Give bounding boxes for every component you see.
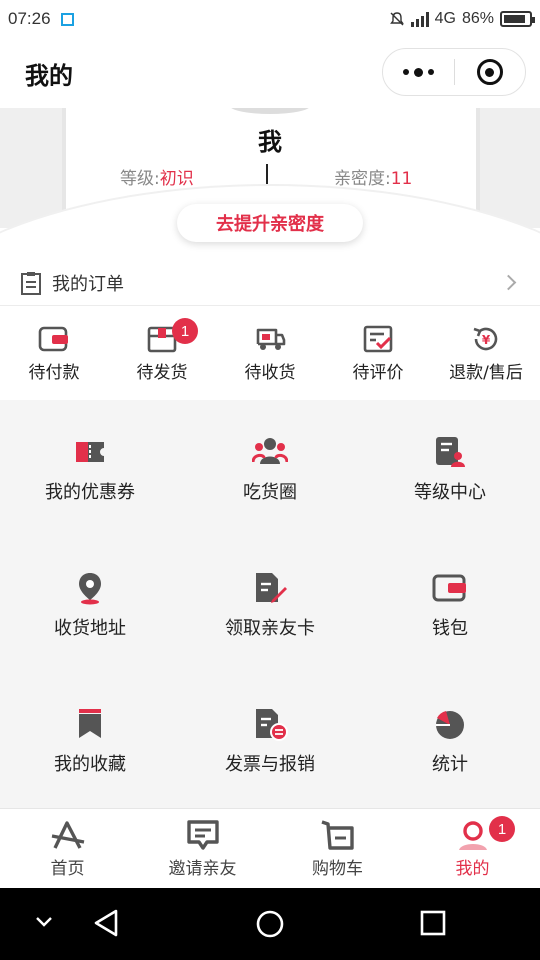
page-title: 我的: [25, 61, 73, 90]
review-icon: [363, 325, 393, 352]
my-orders-row[interactable]: 我的订单: [0, 260, 540, 306]
level-center-icon: [436, 437, 465, 467]
home-icon: [51, 821, 84, 849]
wallet-icon: [38, 326, 68, 351]
truck-icon: [256, 328, 286, 350]
wallet-icon: [432, 574, 466, 602]
orders-section: 我的订单 待付款 待发货 1 待收货 待评价 ¥ 退款/售后: [0, 260, 540, 400]
tab-label: 首页: [50, 859, 85, 879]
chevron-right-icon: [500, 274, 517, 291]
tab-invite[interactable]: 邀请亲友: [135, 809, 270, 888]
battery-icon: [500, 11, 535, 27]
service-label: 等级中心: [414, 482, 486, 503]
service-label: 我的优惠券: [45, 482, 135, 503]
level-label: 等级:: [120, 169, 160, 189]
services-grid: 我的优惠券 吃货圈 等级中心 收货地址 领取亲友卡 钱包 我的收藏 发票与报销 …: [0, 400, 540, 808]
order-pending-receipt[interactable]: 待收货: [216, 306, 324, 400]
battery-percent: 86%: [461, 10, 494, 27]
battery-fill: [504, 15, 525, 23]
app-header: 我的: [0, 38, 540, 108]
recents-square-icon[interactable]: [420, 910, 446, 936]
profile-icon: [458, 821, 487, 850]
card-edit-icon: [256, 573, 287, 603]
intimacy-value: 11: [390, 169, 413, 189]
level-value: 初识: [159, 169, 194, 189]
mute-bell-icon: [389, 12, 404, 26]
service-label: 我的收藏: [54, 754, 126, 775]
tab-label: 邀请亲友: [168, 859, 237, 879]
pending-shipment-badge: 1: [172, 318, 198, 344]
invoice-icon: [256, 709, 288, 741]
service-coupons[interactable]: 我的优惠券: [0, 400, 180, 536]
chat-icon: [186, 820, 219, 850]
service-invoice[interactable]: 发票与报销: [180, 672, 360, 808]
order-pending-review[interactable]: 待评价: [324, 306, 432, 400]
order-item-label: 待评价: [352, 362, 404, 383]
clipboard-icon: [21, 271, 41, 295]
miniprogram-capsule: [382, 48, 526, 96]
service-label: 发票与报销: [225, 754, 315, 775]
service-label: 领取亲友卡: [225, 618, 315, 639]
pie-chart-icon: [436, 711, 464, 739]
more-menu-button[interactable]: [383, 49, 454, 95]
chevron-down-icon[interactable]: [34, 915, 54, 929]
tab-bar: 首页 邀请亲友 购物车 我的 1: [0, 808, 540, 888]
order-pending-payment[interactable]: 待付款: [0, 306, 108, 400]
user-stats: 等级:初识 亲密度:11: [0, 164, 540, 189]
service-label: 统计: [432, 754, 468, 775]
tab-cart[interactable]: 购物车: [270, 809, 405, 888]
intimacy-label: 亲密度:: [334, 169, 391, 189]
system-nav-bar: [0, 888, 540, 960]
service-favorites[interactable]: 我的收藏: [0, 672, 180, 808]
service-level-center[interactable]: 等级中心: [360, 400, 540, 536]
target-icon: [476, 59, 503, 85]
service-wallet[interactable]: 钱包: [360, 536, 540, 672]
user-intimacy: 亲密度:11: [334, 164, 412, 189]
status-right: 4G 86%: [389, 10, 535, 28]
status-bar: 07:26 4G 86%: [0, 0, 540, 38]
bookmark-icon: [79, 709, 101, 738]
tab-label: 购物车: [312, 859, 363, 879]
location-icon: [79, 573, 101, 605]
close-miniprogram-button[interactable]: [455, 49, 526, 95]
group-icon: [252, 438, 288, 464]
tab-label: 我的: [455, 859, 490, 879]
status-time: 07:26: [8, 9, 51, 28]
back-triangle-icon[interactable]: [92, 908, 120, 938]
service-label: 吃货圈: [243, 482, 297, 503]
profile-section: 我 等级:初识 亲密度:11 去提升亲密度: [0, 108, 540, 260]
my-orders-label: 我的订单: [52, 273, 124, 295]
service-foodie-circle[interactable]: 吃货圈: [180, 400, 360, 536]
service-address[interactable]: 收货地址: [0, 536, 180, 672]
cart-icon: [320, 820, 354, 850]
user-name: 我: [258, 128, 282, 156]
service-label: 钱包: [432, 618, 468, 639]
svg-text:¥: ¥: [482, 333, 491, 347]
service-statistics[interactable]: 统计: [360, 672, 540, 808]
user-level: 等级:初识: [120, 164, 194, 189]
order-refund-aftersale[interactable]: ¥ 退款/售后: [432, 306, 540, 400]
mine-tab-badge: 1: [489, 816, 515, 842]
sim-icon: [60, 12, 74, 26]
tab-mine[interactable]: 我的 1: [405, 809, 540, 888]
refund-icon: ¥: [473, 327, 498, 350]
coupon-icon: [76, 442, 104, 462]
home-circle-icon[interactable]: [254, 908, 286, 940]
tab-home[interactable]: 首页: [0, 809, 135, 888]
stats-divider: [266, 164, 268, 184]
order-item-label: 待发货: [136, 362, 188, 383]
order-pending-shipment[interactable]: 待发货 1: [108, 306, 216, 400]
order-item-label: 待付款: [28, 362, 80, 383]
order-item-label: 退款/售后: [449, 362, 523, 383]
signal-icon: [410, 11, 429, 27]
boost-intimacy-button[interactable]: 去提升亲密度: [177, 204, 363, 242]
network-type: 4G: [434, 10, 456, 27]
order-status-row: 待付款 待发货 1 待收货 待评价 ¥ 退款/售后: [0, 306, 540, 400]
service-label: 收货地址: [54, 618, 126, 639]
order-item-label: 待收货: [244, 362, 296, 383]
service-friend-card[interactable]: 领取亲友卡: [180, 536, 360, 672]
